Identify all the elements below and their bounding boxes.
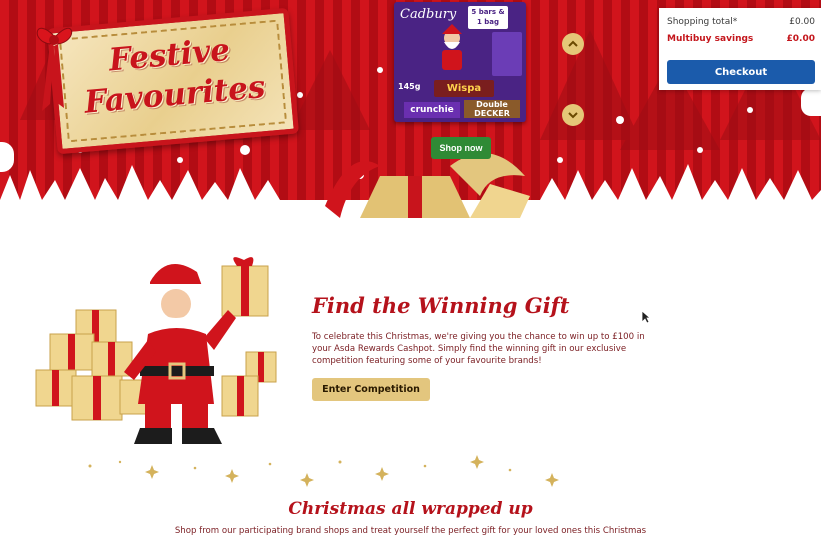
product-side-bars [492, 32, 522, 76]
carousel-up-button[interactable] [562, 33, 584, 55]
shopping-total-value: £0.00 [789, 17, 815, 27]
wrapped-section-text: Shop from our participating brand shops … [174, 526, 647, 536]
shopping-total-label: Shopping total* [667, 17, 738, 27]
open-gift-box-decoration [325, 153, 530, 218]
mouse-cursor-icon [641, 310, 651, 324]
wispa-bar: Wispa [434, 80, 494, 97]
wrapped-section-title: Christmas all wrapped up [288, 499, 533, 519]
crunchie-bar: crunchie [404, 102, 460, 118]
shopping-total-row: Shopping total* £0.00 [667, 17, 815, 27]
right-edge-badge [801, 88, 821, 116]
gold-stars-divider [88, 455, 559, 487]
multibuy-savings-label: Multibuy savings [667, 34, 754, 44]
ribbon-bow-icon [36, 28, 73, 111]
multibuy-savings-row: Multibuy savings £0.00 [667, 34, 815, 44]
enter-competition-button[interactable]: Enter Competition [312, 378, 430, 401]
competition-title: Find the Winning Gift [312, 293, 570, 318]
chevron-up-icon [568, 40, 578, 47]
product-badge: 5 bars & 1 bag [468, 6, 508, 29]
cadbury-selection-box-image[interactable]: Cadbury 5 bars & 1 bag 145g Wispa crunch… [394, 2, 526, 122]
santa-with-gifts-illustration [35, 257, 277, 444]
shop-now-button[interactable]: Shop now [431, 137, 491, 159]
multibuy-savings-value: £0.00 [786, 34, 815, 44]
checkout-button[interactable]: Checkout [667, 60, 815, 84]
basket-summary-panel: Shopping total* £0.00 Multibuy savings £… [659, 8, 821, 90]
product-brand: Cadbury [400, 7, 457, 22]
carousel-down-button[interactable] [562, 104, 584, 126]
product-weight: 145g [398, 82, 421, 91]
santa-figure-icon [442, 24, 462, 70]
festive-favourites-sign: Festive Favourites [46, 7, 300, 155]
competition-description: To celebrate this Christmas, we're givin… [312, 332, 645, 366]
double-decker-bar: Double DECKER [464, 100, 520, 118]
chevron-down-icon [568, 112, 578, 119]
